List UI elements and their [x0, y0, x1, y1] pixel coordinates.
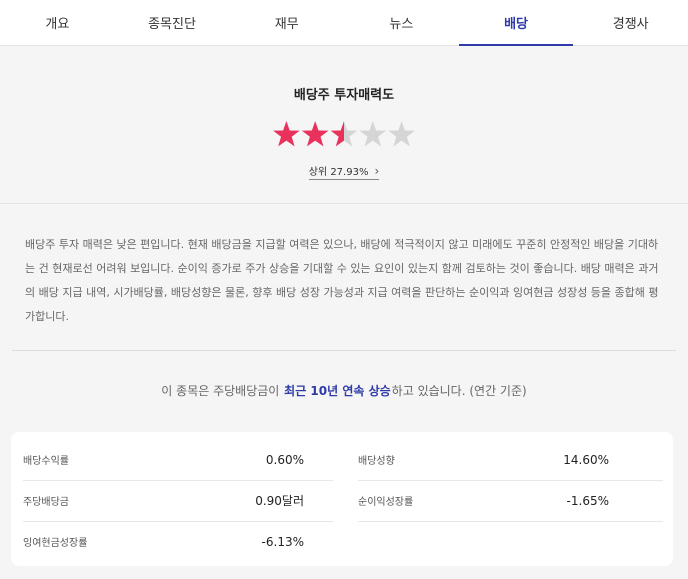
streak-prefix: 이 종목은 주당배당금이 [161, 383, 280, 398]
streak-suffix: 하고 있습니다. (연간 기준) [391, 383, 527, 398]
metric-value: 0.60% [265, 452, 304, 467]
metric-value: 0.90달러 [255, 494, 304, 508]
rank-text: 상위 27.93% [308, 167, 369, 178]
metric-label: 주당배당금 [23, 497, 69, 508]
star-icon [330, 121, 358, 147]
metric-label: 배당성향 [358, 456, 395, 467]
star-icon [273, 121, 300, 147]
metric-value: -1.65% [566, 493, 609, 508]
tab-bar: 개요 종목진단 재무 뉴스 배당 경쟁사 [0, 0, 688, 46]
chevron-right-icon: › [374, 163, 380, 178]
star-icons [273, 121, 415, 147]
streak-highlight: 최근 10년 연속 상승 [284, 383, 391, 398]
metric-label: 잉여현금성장률 [23, 538, 88, 549]
star-icon [359, 121, 387, 147]
metric-value: -6.13% [261, 534, 304, 549]
dividend-metrics-card: 배당수익률 0.60% 배당성향 14.60% 주당배당금 0.90달러 순이익… [11, 432, 673, 566]
star-icon [388, 121, 415, 147]
rating-description: 배당주 투자 매력은 낮은 편입니다. 현재 배당금을 지급할 여력은 있으나,… [25, 238, 659, 323]
tab-news[interactable]: 뉴스 [344, 0, 459, 45]
tab-competitors[interactable]: 경쟁사 [573, 0, 688, 45]
metric-dividend-yield: 배당수익률 0.60% [23, 439, 308, 480]
metric-payout-ratio: 배당성향 14.60% [358, 439, 613, 480]
tab-overview[interactable]: 개요 [0, 0, 115, 45]
metric-value: 14.60% [563, 452, 609, 467]
star-icon [301, 121, 329, 147]
metric-net-income-growth: 순이익성장률 -1.65% [358, 480, 613, 521]
dividend-streak-text: 이 종목은 주당배당금이 최근 10년 연속 상승 하고 있습니다. (연간 기준… [0, 351, 688, 429]
metric-label: 순이익성장률 [358, 497, 414, 508]
metric-label: 배당수익률 [23, 456, 69, 467]
metric-dividend-per-share: 주당배당금 0.90달러 [23, 480, 308, 521]
metric-fcf-growth: 잉여현금성장률 -6.13% [23, 521, 308, 562]
tab-diagnosis[interactable]: 종목진단 [115, 0, 230, 45]
rank-link[interactable]: 상위 27.93% › [308, 163, 380, 180]
tab-dividend[interactable]: 배당 [458, 0, 574, 46]
row-divider [358, 521, 663, 522]
tab-financials[interactable]: 재무 [229, 0, 344, 45]
rating-title: 배당주 투자매력도 [293, 88, 395, 103]
dividend-rating-section: 배당주 투자매력도 상위 27.93% › [0, 46, 688, 204]
star-rating [272, 119, 416, 151]
